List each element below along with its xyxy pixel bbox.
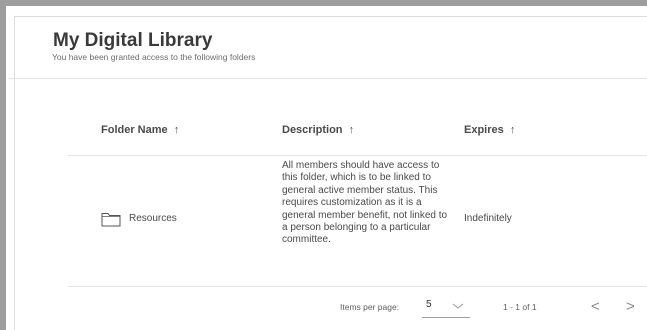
folder-icon	[101, 213, 121, 227]
table-header-divider	[68, 155, 647, 156]
column-header-description[interactable]: Description ↑	[282, 124, 354, 136]
previous-page-button[interactable]: <	[591, 298, 600, 315]
folder-description: All members should have access to this f…	[282, 160, 448, 246]
page-header: My Digital Library You have been granted…	[52, 30, 255, 62]
next-page-button[interactable]: >	[626, 298, 635, 315]
sort-arrow-icon: ↑	[173, 124, 180, 136]
sort-arrow-icon: ↑	[348, 124, 355, 136]
column-header-label: Expires	[464, 124, 504, 136]
column-header-label: Folder Name	[101, 124, 168, 136]
range-label: 1 - 1 of 1	[503, 302, 537, 312]
column-header-label: Description	[282, 124, 343, 136]
page-size-underline	[422, 317, 470, 318]
folder-name[interactable]: Resources	[129, 213, 177, 224]
column-header-folder-name[interactable]: Folder Name ↑	[101, 124, 179, 136]
column-header-expires[interactable]: Expires ↑	[464, 124, 515, 136]
sort-arrow-icon: ↑	[509, 124, 516, 136]
folder-expires: Indefinitely	[464, 213, 512, 224]
table-row-divider	[68, 286, 647, 287]
page-title: My Digital Library	[53, 30, 213, 51]
header-divider	[9, 78, 647, 79]
page-subtitle: You have been granted access to the foll…	[52, 52, 256, 62]
items-per-page-label: Items per page:	[340, 302, 400, 312]
chevron-down-icon	[452, 303, 464, 309]
page-size-value: 5	[426, 299, 432, 310]
